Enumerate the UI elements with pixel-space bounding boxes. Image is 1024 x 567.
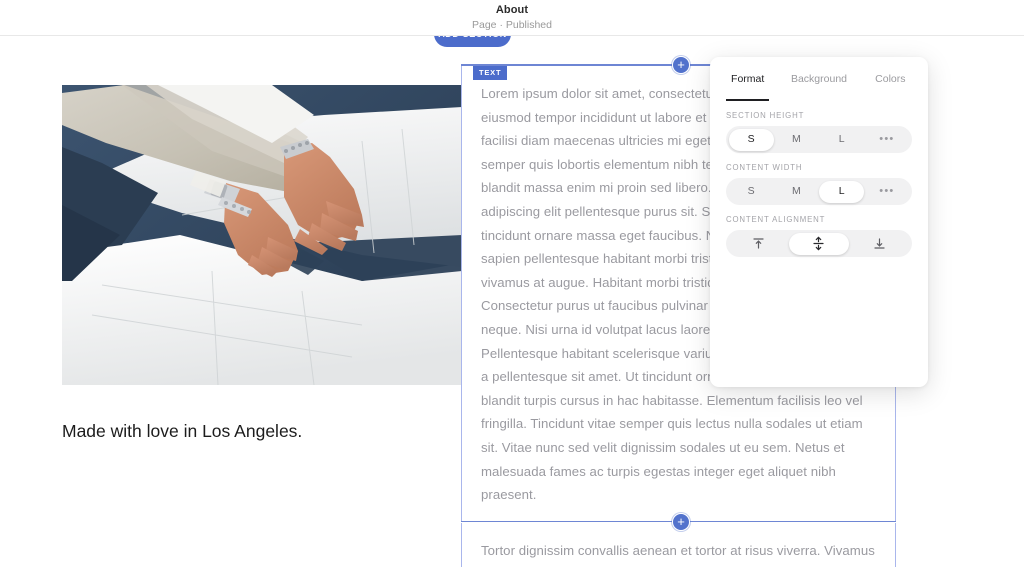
group-content-alignment: CONTENT ALIGNMENT	[710, 205, 928, 257]
tab-colors[interactable]: Colors	[855, 57, 926, 101]
group-section-height: SECTION HEIGHT S M L •••	[710, 101, 928, 153]
content-width-option-l[interactable]: L	[819, 180, 865, 203]
media-block[interactable]: Made with love in Los Angeles.	[62, 85, 462, 442]
section-body-text[interactable]: Tortor dignissim convallis aenean et tor…	[462, 539, 895, 567]
more-options-icon[interactable]: •••	[864, 129, 909, 151]
panel-tab-bar: Format Background Colors	[710, 57, 928, 101]
align-top-icon[interactable]	[729, 233, 789, 255]
tab-background[interactable]: Background	[783, 57, 854, 101]
content-width-segmented-control: S M L •••	[726, 178, 912, 205]
page-meta: About Page · Published	[0, 4, 1024, 32]
group-content-width: CONTENT WIDTH S M L •••	[710, 153, 928, 205]
align-bottom-icon[interactable]	[849, 233, 909, 255]
section-height-segmented-control: S M L •••	[726, 126, 912, 153]
media-caption: Made with love in Los Angeles.	[62, 421, 303, 441]
top-header-bar: About Page · Published	[0, 0, 1024, 36]
format-settings-panel: Format Background Colors SECTION HEIGHT …	[710, 57, 928, 387]
group-label-content-alignment: CONTENT ALIGNMENT	[726, 215, 826, 224]
section-height-option-m[interactable]: M	[774, 129, 819, 151]
page-title: About	[495, 4, 529, 16]
tab-format[interactable]: Format	[712, 57, 783, 101]
more-options-icon[interactable]: •••	[864, 181, 909, 203]
group-label-content-width: CONTENT WIDTH	[726, 163, 803, 172]
section-height-option-l[interactable]: L	[819, 129, 864, 151]
content-width-option-m[interactable]: M	[774, 181, 819, 203]
photo-graphic	[62, 85, 462, 385]
group-label-section-height: SECTION HEIGHT	[726, 111, 805, 120]
plus-circle-icon[interactable]: +	[672, 56, 690, 74]
content-width-option-s[interactable]: S	[729, 181, 774, 203]
align-middle-icon[interactable]	[788, 232, 850, 255]
section-height-option-s[interactable]: S	[728, 128, 774, 151]
content-alignment-segmented-control	[726, 230, 912, 257]
plus-circle-icon[interactable]: +	[672, 512, 690, 531]
page-status-subtitle: Page · Published	[472, 19, 552, 31]
section-type-badge: TEXT	[473, 65, 508, 80]
photo-image[interactable]	[62, 85, 462, 385]
